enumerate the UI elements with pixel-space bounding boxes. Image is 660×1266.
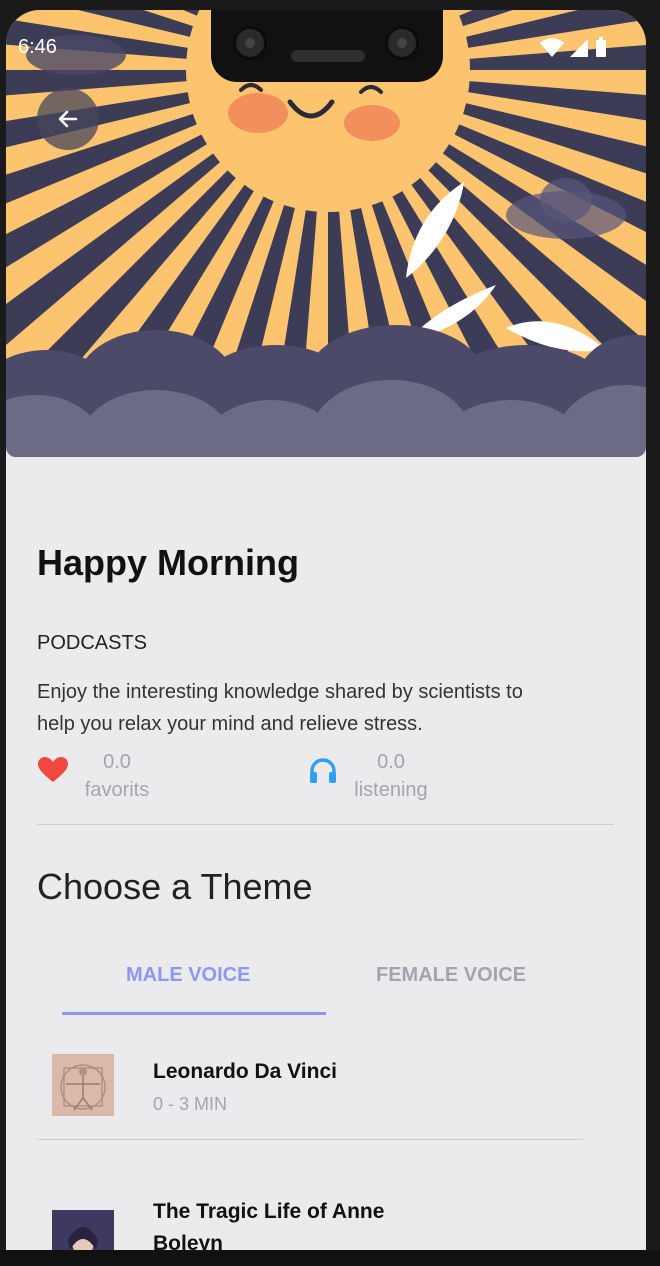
front-camera-secondary xyxy=(385,26,419,60)
listening-count: 0.0 xyxy=(377,751,405,773)
podcast-category: PODCASTS xyxy=(37,632,148,654)
phone-frame: 6:46 Happy Morning PODCASTS Enjoy the in… xyxy=(0,0,660,1266)
choose-theme-heading: Choose a Theme xyxy=(37,866,313,907)
status-time: 6:46 xyxy=(18,36,57,58)
leonardo-thumbnail xyxy=(52,1054,114,1116)
back-button[interactable] xyxy=(37,88,99,150)
headphones-icon xyxy=(310,758,336,783)
tab-male-voice[interactable]: MALE VOICE xyxy=(126,964,250,987)
item-title: Leonardo Da Vinci xyxy=(153,1060,337,1083)
arrow-left-icon xyxy=(58,110,78,128)
divider xyxy=(37,824,614,825)
front-camera xyxy=(233,26,267,60)
active-tab-indicator xyxy=(62,1012,326,1015)
app-screen: 6:46 Happy Morning PODCASTS Enjoy the in… xyxy=(6,10,646,1266)
status-icons xyxy=(540,37,610,64)
favorites-label: favorits xyxy=(84,779,150,801)
earpiece-speaker xyxy=(291,50,365,62)
battery-icon xyxy=(596,37,606,57)
podcast-description: Enjoy the interesting knowledge shared b… xyxy=(37,681,523,735)
bottom-bezel xyxy=(0,1250,660,1266)
signal-icon xyxy=(570,39,588,57)
wifi-icon xyxy=(540,38,564,57)
camera-notch xyxy=(211,10,443,82)
item-duration: 0 - 3 MIN xyxy=(153,1094,228,1114)
divider xyxy=(37,1139,583,1140)
heart-icon xyxy=(38,757,68,782)
listening-label: listening xyxy=(354,779,428,801)
favorites-count: 0.0 xyxy=(103,751,131,773)
tab-female-voice[interactable]: FEMALE VOICE xyxy=(376,964,526,987)
podcast-title: Happy Morning xyxy=(37,542,299,583)
